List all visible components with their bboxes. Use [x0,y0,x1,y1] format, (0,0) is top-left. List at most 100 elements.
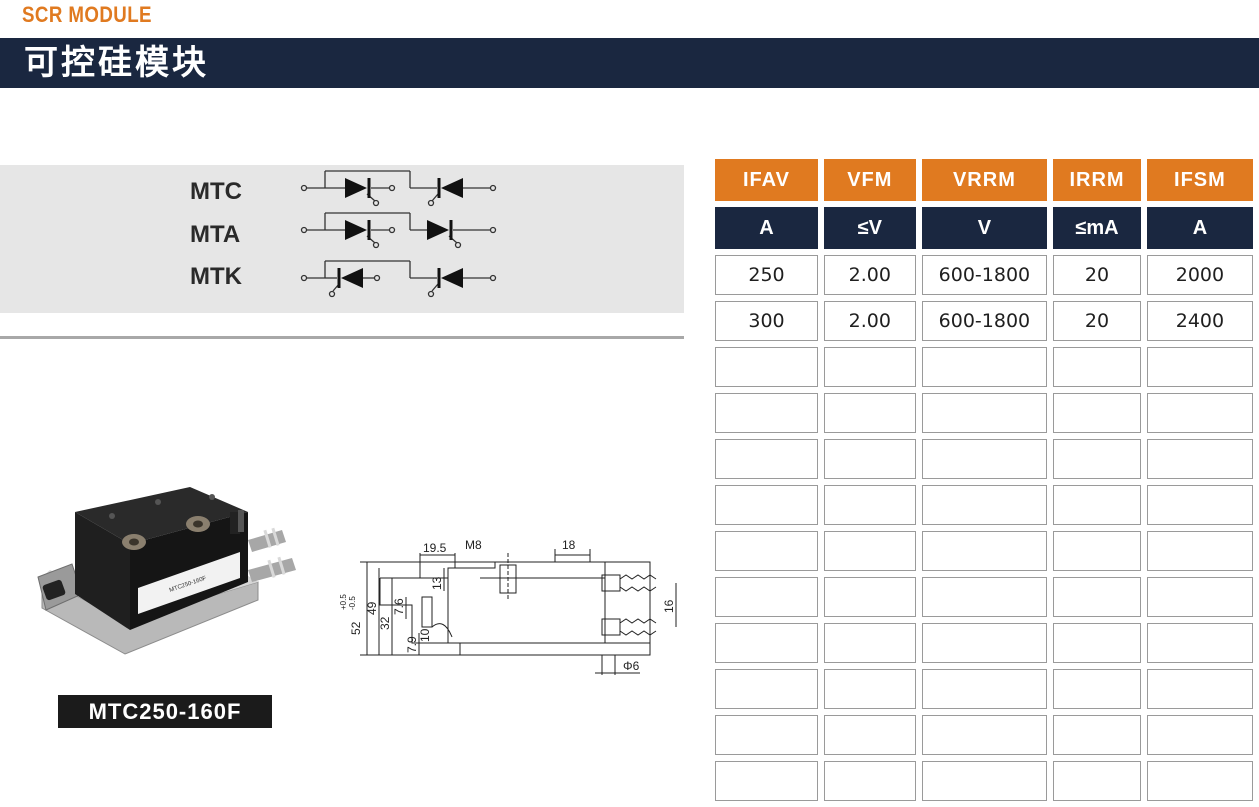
hose-fitting-bottom [248,556,296,582]
circuit-mtc [300,170,497,207]
table-row [715,577,1253,617]
dim-52: 52 [349,621,363,635]
table-row [715,761,1253,801]
table-row [715,485,1253,525]
dim-49: 49 [365,601,379,615]
table-row [715,347,1253,387]
table-cell [1146,393,1253,433]
table-cell [823,623,916,663]
table-cell: 20 [1053,255,1141,295]
title-en: SCR MODULE [22,2,152,27]
table-cell [715,669,818,709]
circuit-mta [300,212,497,249]
header-ifsm: IFSM [1146,159,1253,201]
table-cell [1146,347,1253,387]
dim-10: 10 [418,628,432,642]
table-cell [921,669,1048,709]
table-cell [1146,577,1253,617]
table-cell: 2000 [1146,255,1253,295]
spec-table-body: 250 2.00 600-1800 20 2000 300 2.00 600-1800 20 24… [715,255,1253,801]
table-cell [823,347,916,387]
table-row [715,439,1253,479]
table-cell [1053,531,1141,571]
table-cell [1053,393,1141,433]
spec-table-head: IFAV VFM VRRM IRRM IFSM A ≤V V ≤mA A [715,159,1253,249]
table-row [715,623,1253,663]
table-row: 300 2.00 600-1800 20 2400 [715,301,1253,341]
table-cell: 250 [715,255,818,295]
table-cell [715,439,818,479]
dim-19-5: 19.5 [423,541,447,555]
table-cell [715,623,818,663]
dim-52-tol-plus: +0.5 [340,594,348,610]
table-cell [921,485,1048,525]
table-cell [1146,439,1253,479]
table-cell [715,485,818,525]
table-cell [823,761,916,801]
table-cell [1146,531,1253,571]
table-cell [823,485,916,525]
dim-16: 16 [662,599,676,613]
table-cell [1053,485,1141,525]
type-label-mta: MTA [190,221,241,248]
table-cell [715,715,818,755]
table-row [715,531,1253,571]
table-cell [1146,623,1253,663]
table-cell [1053,347,1141,387]
unit-ifav: A [715,207,818,249]
dim-phi6: Φ6 [623,659,640,673]
circuit-symbols [300,170,497,298]
header-ifav: IFAV [715,159,818,201]
dimension-drawing: 19.5 M8 18 52 +0.5 -0.5 49 32 7.6 7.9 10… [340,538,677,675]
table-cell [921,623,1048,663]
dim-7-9: 7.9 [405,636,419,653]
circuit-mtk [300,260,497,298]
dim-32: 32 [378,616,392,630]
table-cell: 2.00 [823,255,916,295]
dim-52-tol-minus: -0.5 [348,596,357,610]
table-cell [823,531,916,571]
table-row [715,715,1253,755]
table-cell [921,761,1048,801]
table-cell [1146,485,1253,525]
table-cell [823,577,916,617]
table-cell [823,669,916,709]
table-cell [823,439,916,479]
table-cell [823,715,916,755]
table-cell [715,577,818,617]
table-cell: 600-1800 [921,255,1048,295]
dim-18: 18 [562,538,576,552]
dim-13: 13 [430,576,444,590]
table-cell [921,715,1048,755]
table-cell: 2400 [1146,301,1253,341]
table-cell [1053,761,1141,801]
hose-fitting-top [248,527,286,552]
table-cell [715,393,818,433]
table-cell [715,531,818,571]
table-row [715,393,1253,433]
table-cell [921,347,1048,387]
header-vrrm: VRRM [921,159,1048,201]
table-cell: 2.00 [823,301,916,341]
table-cell [1146,715,1253,755]
table-cell [921,439,1048,479]
dim-m8: M8 [465,538,482,552]
title-bar: 可控硅模块 [0,38,1259,88]
unit-irrm: ≤mA [1053,207,1141,249]
header-vfm: VFM [823,159,916,201]
table-cell: 600-1800 [921,301,1048,341]
unit-vrrm: V [921,207,1048,249]
table-cell [715,761,818,801]
model-number: MTC250-160F [58,695,272,728]
table-cell [1053,623,1141,663]
table-cell [921,577,1048,617]
table-cell [1146,669,1253,709]
type-label-mtk: MTK [190,263,242,290]
spec-table: IFAV VFM VRRM IRRM IFSM A ≤V V ≤mA A 250… [709,153,1259,807]
section-divider [0,336,684,339]
product-photo: MTC250-160F [37,487,296,655]
table-cell [921,393,1048,433]
table-row [715,669,1253,709]
table-row: 250 2.00 600-1800 20 2000 [715,255,1253,295]
dim-7-6: 7.6 [392,598,406,615]
